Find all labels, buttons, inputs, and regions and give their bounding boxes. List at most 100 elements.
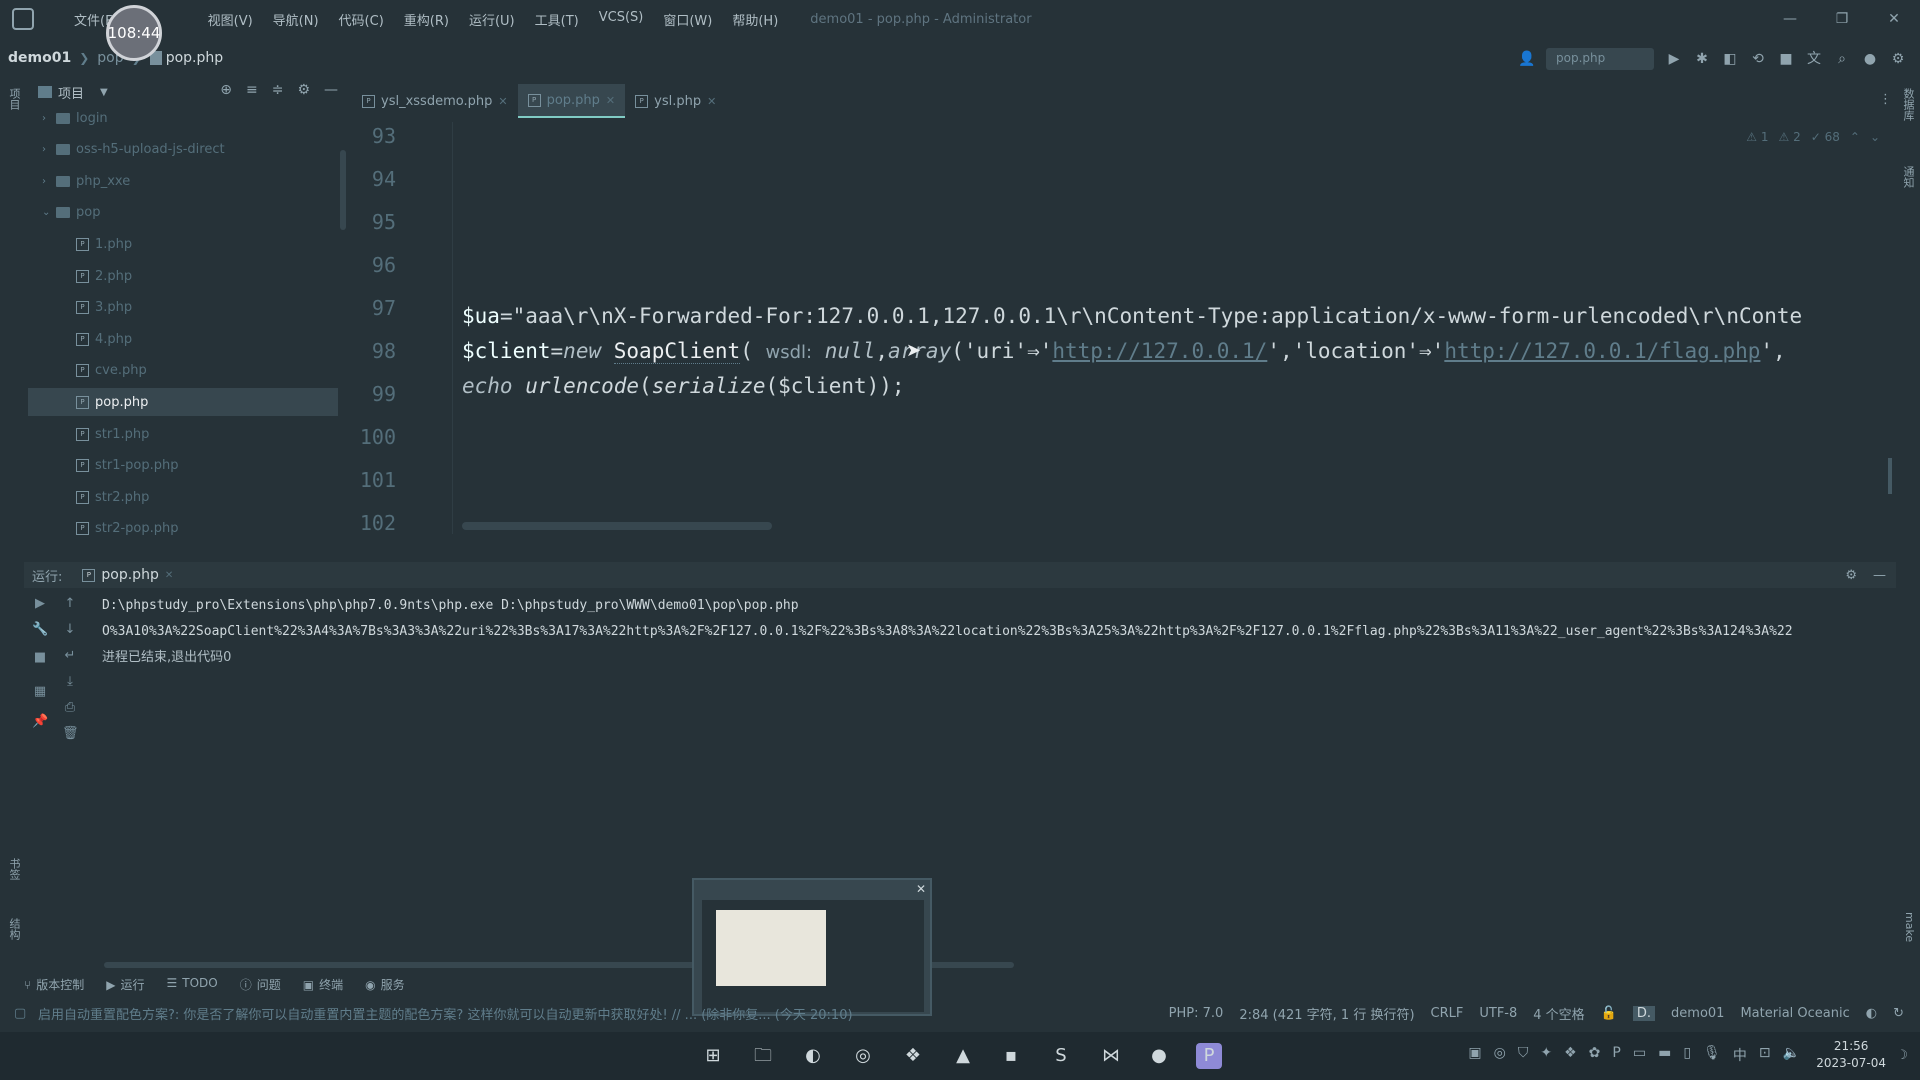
menu-view[interactable]: 视图(V): [198, 10, 263, 29]
debug-icon[interactable]: ✱: [1694, 51, 1710, 67]
notifications-tool-button[interactable]: 通知: [1900, 166, 1916, 188]
gear-icon[interactable]: ⚙: [297, 82, 310, 98]
soft-wrap-icon[interactable]: ↵: [62, 648, 78, 664]
print-icon[interactable]: ⎙: [62, 700, 78, 716]
pin-icon[interactable]: 📌: [32, 714, 48, 730]
close-icon[interactable]: ✕: [707, 95, 716, 108]
close-icon[interactable]: ✕: [498, 95, 507, 108]
status-message[interactable]: 启用自动重置配色方案?: 你是否了解你可以自动重置内置主题的配色方案? 这样你就…: [38, 1004, 1088, 1023]
lock-icon[interactable]: 🔓: [1601, 1006, 1617, 1021]
file-explorer-icon[interactable]: 🗀: [750, 1043, 776, 1069]
chevron-right-icon[interactable]: ›: [42, 144, 56, 155]
collapse-all-icon[interactable]: ≑: [272, 82, 284, 98]
chevron-down-icon[interactable]: ⌄: [42, 207, 56, 218]
close-icon[interactable]: ✕: [606, 94, 615, 107]
photos-icon[interactable]: ▲: [950, 1043, 976, 1069]
arrow-down-icon[interactable]: ↓: [62, 622, 78, 638]
breadcrumb-file[interactable]: pop.php: [166, 50, 223, 66]
maximize-button[interactable]: ❐: [1816, 0, 1868, 38]
file-encoding[interactable]: UTF-8: [1479, 1006, 1517, 1021]
translate-icon[interactable]: 文: [1806, 51, 1822, 67]
chevron-right-icon[interactable]: ›: [42, 176, 56, 187]
minimize-button[interactable]: —: [1764, 0, 1816, 38]
event-log-icon[interactable]: ▢: [14, 1006, 26, 1021]
app-icon[interactable]: ❖: [900, 1043, 926, 1069]
tray-icon[interactable]: P: [1612, 1045, 1620, 1065]
p-app-icon[interactable]: P: [1196, 1043, 1222, 1069]
project-panel-title[interactable]: 项目: [58, 83, 84, 102]
stop-icon[interactable]: ■: [32, 650, 48, 666]
theme-name[interactable]: Material Oceanic: [1740, 1006, 1849, 1021]
locate-icon[interactable]: ⊕: [220, 82, 232, 98]
tree-file[interactable]: P 1.php: [28, 230, 338, 258]
tree-scrollbar[interactable]: [340, 150, 346, 230]
token-url[interactable]: http://127.0.0.1/: [1052, 339, 1267, 363]
volume-icon[interactable]: 🔈: [1783, 1045, 1800, 1065]
close-icon[interactable]: ✕: [165, 570, 173, 581]
run-tab[interactable]: P pop.php ✕: [82, 567, 173, 583]
editor-horizontal-scrollbar[interactable]: [462, 522, 772, 530]
update-icon[interactable]: ●: [1862, 51, 1878, 67]
indent-setting[interactable]: 4 个空格: [1533, 1004, 1584, 1023]
breadcrumb-project[interactable]: demo01: [8, 50, 71, 66]
settings-icon[interactable]: ⚙: [1890, 51, 1906, 67]
coverage-icon[interactable]: ◧: [1722, 51, 1738, 67]
tray-icon[interactable]: ▬: [1658, 1045, 1671, 1065]
chrome-icon[interactable]: ◎: [850, 1043, 876, 1069]
tree-file[interactable]: P 2.php: [28, 262, 338, 290]
phpstorm-icon[interactable]: ▪: [998, 1043, 1024, 1069]
console-output[interactable]: D:\phpstudy_pro\Extensions\php\php7.0.9n…: [102, 594, 1896, 754]
tray-icon[interactable]: ▣: [1468, 1045, 1481, 1065]
ime-indicator[interactable]: 中: [1733, 1045, 1747, 1065]
expand-all-icon[interactable]: ≡: [246, 82, 258, 98]
vscode-icon[interactable]: ⋈: [1098, 1043, 1124, 1069]
run-config-select[interactable]: pop.php: [1546, 48, 1654, 70]
code-line-99[interactable]: echo urlencode(serialize($client));: [462, 374, 905, 398]
menu-vcs[interactable]: VCS(S): [589, 10, 654, 29]
tree-folder[interactable]: ⌄ pop: [28, 199, 338, 227]
app-icon[interactable]: [12, 8, 34, 30]
token-url[interactable]: http://127.0.0.1/flag.php: [1444, 339, 1760, 363]
tab-pop[interactable]: P pop.php ✕: [517, 84, 626, 118]
sublime-icon[interactable]: S: [1048, 1043, 1074, 1069]
memory-icon[interactable]: ◐: [1866, 1006, 1877, 1021]
rerun-icon[interactable]: ▶: [32, 596, 48, 612]
tab-ysl[interactable]: P ysl.php ✕: [625, 84, 726, 118]
tray-icon[interactable]: ◎: [1494, 1045, 1506, 1065]
tool-tab-services[interactable]: ◉ 服务: [365, 976, 405, 996]
bookmarks-tool-button[interactable]: 书签: [6, 858, 22, 880]
wrench-icon[interactable]: 🔧: [32, 622, 48, 638]
tool-tab-todo[interactable]: ☰ TODO: [166, 976, 217, 996]
menu-navigate[interactable]: 导航(N): [263, 10, 329, 29]
editor-vertical-scrollbar[interactable]: [1888, 458, 1892, 494]
scroll-to-end-icon[interactable]: ⤓: [62, 674, 78, 690]
network-icon[interactable]: ⊡: [1759, 1045, 1771, 1065]
tool-tab-problems[interactable]: ⓘ 问题: [240, 976, 281, 996]
display-icon[interactable]: ▭: [1633, 1045, 1646, 1065]
search-icon[interactable]: ⌕: [1834, 51, 1850, 67]
structure-tool-button[interactable]: 结构: [6, 918, 22, 940]
more-tabs-icon[interactable]: ⋮: [1879, 92, 1892, 107]
hide-icon[interactable]: —: [324, 82, 338, 98]
sync-icon[interactable]: ↻: [1893, 1006, 1904, 1021]
notification-icon[interactable]: ☽: [1896, 1048, 1908, 1063]
chevron-down-icon[interactable]: ▼: [100, 87, 108, 98]
caret-position[interactable]: 2:84 (421 字符, 1 行 换行符): [1239, 1004, 1414, 1023]
profile-icon[interactable]: ⟲: [1750, 51, 1766, 67]
run-icon[interactable]: ▶: [1666, 51, 1682, 67]
gear-icon[interactable]: ✿: [1589, 1045, 1601, 1065]
battery-icon[interactable]: ▯: [1683, 1045, 1691, 1065]
chevron-right-icon[interactable]: ›: [42, 113, 56, 124]
user-icon[interactable]: 👤: [1518, 51, 1535, 67]
gear-icon[interactable]: ⚙: [1845, 568, 1857, 583]
tool-tab-terminal[interactable]: ▣ 终端: [303, 976, 343, 996]
menu-help[interactable]: 帮助(H): [722, 10, 788, 29]
menu-run[interactable]: 运行(U): [459, 10, 525, 29]
window-thumbnail-preview[interactable]: ✕: [692, 878, 932, 1016]
project-name[interactable]: demo01: [1671, 1006, 1724, 1021]
tool-tab-run[interactable]: ▶ 运行: [106, 976, 144, 996]
menu-window[interactable]: 窗口(W): [653, 10, 722, 29]
code-line-97[interactable]: $ua="aaa\r\nX-Forwarded-For:127.0.0.1,12…: [462, 304, 1802, 328]
microphone-icon[interactable]: 🎙: [1703, 1045, 1721, 1065]
edge-browser-icon[interactable]: ◐: [800, 1043, 826, 1069]
